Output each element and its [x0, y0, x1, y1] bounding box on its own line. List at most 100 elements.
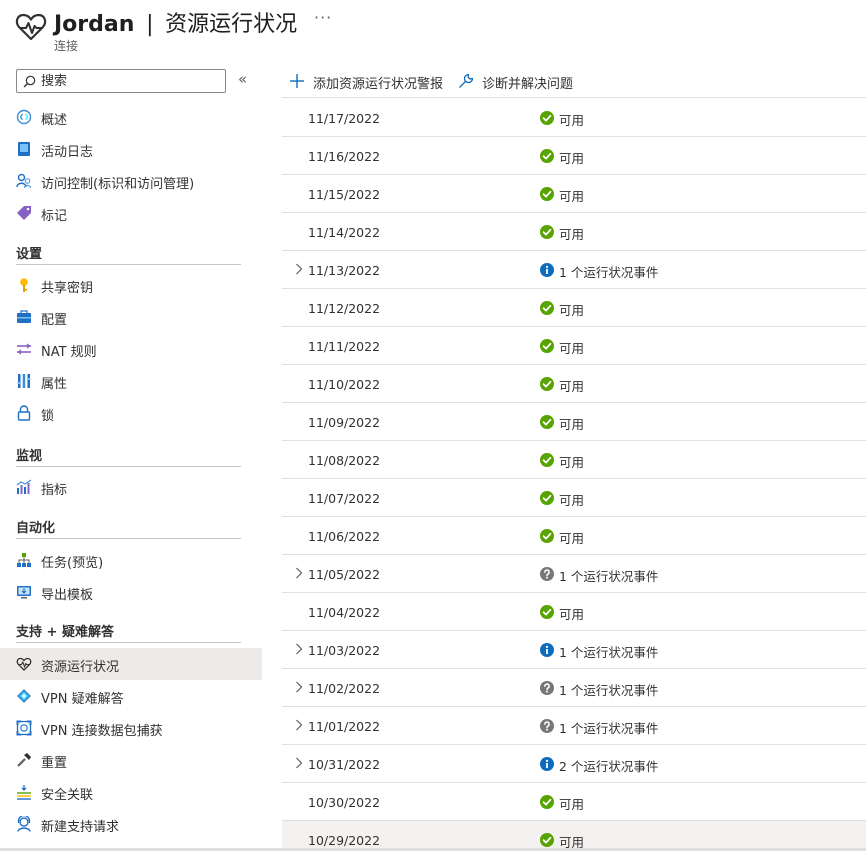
nat-rules-icon: [17, 343, 31, 355]
table-row[interactable]: 11/05/2022 1 个运行状况事件: [282, 555, 866, 593]
search-input[interactable]: [41, 72, 221, 90]
sidebar-item-shared-key[interactable]: 共享密钥: [0, 269, 262, 301]
sidebar-search[interactable]: [16, 69, 226, 93]
table-row: 11/06/2022 可用: [282, 517, 866, 555]
chevron-right-icon[interactable]: [295, 263, 303, 275]
properties-icon: [17, 374, 31, 388]
row-date: 11/04/2022: [308, 605, 381, 620]
overview-icon: [16, 109, 32, 125]
section-title: 支持 + 疑难解答: [16, 625, 114, 640]
row-date: 10/31/2022: [308, 757, 381, 772]
info-icon: [540, 643, 554, 657]
available-check-icon: [540, 529, 554, 543]
sidebar-item-label: 属性: [41, 377, 68, 392]
sidebar-item-label: 锁: [41, 409, 55, 424]
chevron-right-icon[interactable]: [295, 681, 303, 693]
sidebar-item-label: 任务(预览): [41, 556, 104, 571]
resource-health-icon: [16, 657, 32, 671]
plus-icon: [290, 74, 304, 88]
table-row: 11/15/2022 可用: [282, 175, 866, 213]
table-row[interactable]: 10/31/2022 2 个运行状况事件: [282, 745, 866, 783]
section-header-monitoring: 监视: [16, 443, 241, 467]
sidebar-item-overview[interactable]: 概述: [0, 101, 262, 133]
sidebar-item-label: 活动日志: [41, 145, 94, 160]
chevron-right-icon[interactable]: [295, 643, 303, 655]
reset-icon: [17, 753, 31, 767]
available-check-icon: [540, 491, 554, 505]
sidebar-item-nat-rules[interactable]: NAT 规则: [0, 333, 262, 365]
sidebar-item-export-template[interactable]: 导出模板: [0, 576, 262, 608]
row-status-text: 可用: [559, 113, 585, 128]
row-date: 11/15/2022: [308, 187, 381, 202]
sidebar-item-packet-capture[interactable]: VPN 连接数据包捕获: [0, 712, 262, 744]
resource-name: Jordan: [54, 12, 135, 37]
sidebar-item-security-association[interactable]: 安全关联: [0, 776, 262, 808]
chevron-right-icon[interactable]: [295, 567, 303, 579]
available-check-icon: [540, 187, 554, 201]
section-title: 监视: [16, 449, 43, 464]
sidebar-item-properties[interactable]: 属性: [0, 365, 262, 397]
table-row[interactable]: 11/03/2022 1 个运行状况事件: [282, 631, 866, 669]
sidebar-item-tasks[interactable]: 任务(预览): [0, 544, 262, 576]
sidebar: « 概述 活动日志 访问控制(标识和访问管理) 标记 设: [0, 62, 262, 851]
row-date: 10/29/2022: [308, 833, 381, 848]
table-row: 11/14/2022 可用: [282, 213, 866, 251]
sidebar-item-activity-log[interactable]: 活动日志: [0, 133, 262, 165]
sidebar-item-label: 新建支持请求: [41, 820, 120, 835]
command-bar: 添加资源运行状况警报 诊断并解决问题: [282, 66, 866, 98]
row-date: 11/10/2022: [308, 377, 381, 392]
row-date: 11/13/2022: [308, 263, 381, 278]
sidebar-item-access-control[interactable]: 访问控制(标识和访问管理): [0, 165, 262, 197]
sidebar-item-tags[interactable]: 标记: [0, 197, 262, 229]
row-date: 11/06/2022: [308, 529, 381, 544]
sidebar-item-label: 标记: [41, 209, 68, 224]
sidebar-item-label: 资源运行状况: [41, 660, 120, 675]
table-row: 11/08/2022 可用: [282, 441, 866, 479]
table-row: 11/17/2022 可用: [282, 99, 866, 137]
diagnose-solve-button[interactable]: 诊断并解决问题: [458, 72, 588, 92]
sidebar-item-label: VPN 疑难解答: [41, 692, 124, 707]
sidebar-item-reset[interactable]: 重置: [0, 744, 262, 776]
section-header-settings: 设置: [16, 241, 241, 265]
sidebar-item-metrics[interactable]: 指标: [0, 471, 262, 503]
sidebar-item-vpn-troubleshoot[interactable]: VPN 疑难解答: [0, 680, 262, 712]
row-status-text: 可用: [559, 227, 585, 242]
more-options-button[interactable]: ···: [314, 8, 332, 27]
export-template-icon: [17, 586, 31, 599]
sidebar-item-label: 重置: [41, 756, 68, 771]
resource-health-icon: [15, 13, 47, 41]
row-status-text: 1 个运行状况事件: [559, 645, 659, 660]
chevron-right-icon[interactable]: [295, 719, 303, 731]
available-check-icon: [540, 415, 554, 429]
available-check-icon: [540, 605, 554, 619]
table-row: 11/07/2022 可用: [282, 479, 866, 517]
blade-header: Jordan | 资源运行状况 ··· 连接: [0, 0, 866, 62]
sidebar-item-label: 安全关联: [41, 788, 94, 803]
table-row[interactable]: 11/01/2022 1 个运行状况事件: [282, 707, 866, 745]
row-date: 10/30/2022: [308, 795, 381, 810]
row-status-text: 可用: [559, 303, 585, 318]
sidebar-item-resource-health[interactable]: 资源运行状况: [0, 648, 262, 680]
collapse-sidebar-button[interactable]: «: [238, 70, 247, 88]
sidebar-item-lock[interactable]: 锁: [0, 397, 262, 429]
sidebar-item-label: 配置: [41, 313, 68, 328]
table-row[interactable]: 11/02/2022 1 个运行状况事件: [282, 669, 866, 707]
row-date: 11/07/2022: [308, 491, 381, 506]
row-status-text: 可用: [559, 189, 585, 204]
search-icon: [23, 75, 36, 88]
row-status-text: 可用: [559, 797, 585, 812]
row-date: 11/05/2022: [308, 567, 381, 582]
page-title: Jordan | 资源运行状况: [54, 6, 297, 38]
sidebar-item-label: 共享密钥: [41, 281, 94, 296]
sidebar-item-new-support-request[interactable]: 新建支持请求: [0, 808, 262, 840]
section-title: 自动化: [16, 521, 56, 536]
sidebar-item-configuration[interactable]: 配置: [0, 301, 262, 333]
tag-icon: [17, 206, 31, 220]
add-health-alert-button[interactable]: 添加资源运行状况警报: [289, 72, 459, 92]
chevron-right-icon[interactable]: [295, 757, 303, 769]
table-row[interactable]: 11/13/2022 1 个运行状况事件: [282, 251, 866, 289]
table-row: 11/10/2022 可用: [282, 365, 866, 403]
section-title: 设置: [16, 247, 43, 262]
available-check-icon: [540, 301, 554, 315]
row-date: 11/16/2022: [308, 149, 381, 164]
